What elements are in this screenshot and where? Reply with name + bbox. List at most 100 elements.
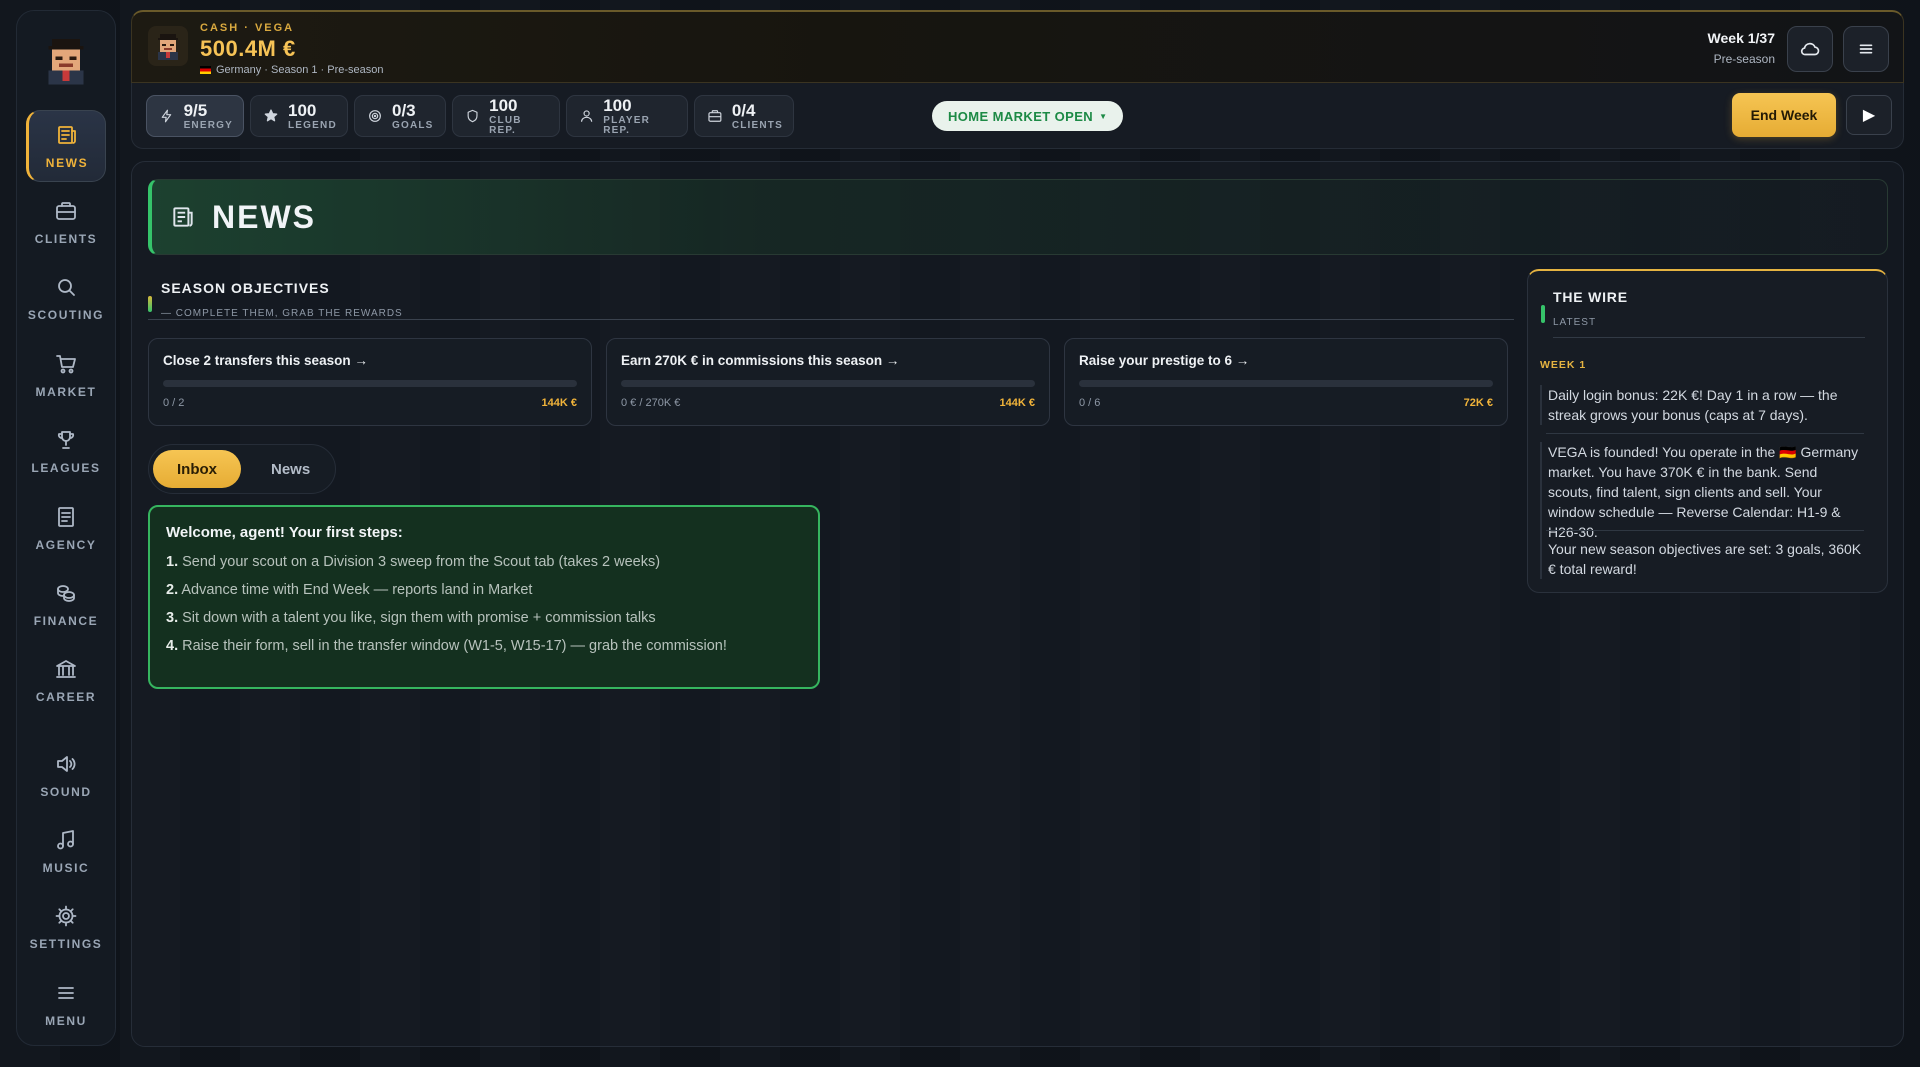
sidebar-item-leagues[interactable]: LEAGUES — [26, 416, 106, 487]
objective-reward: 144K € — [999, 397, 1035, 409]
sidebar-item-agency[interactable]: AGENCY — [26, 492, 106, 563]
wire-news-item: Your new season objectives are set: 3 go… — [1540, 539, 1871, 579]
stat-value: 9/5 — [183, 100, 208, 120]
sidebar-item-market[interactable]: MARKET — [26, 340, 106, 411]
stat-club-rep[interactable]: 100 CLUB REP. — [452, 95, 560, 137]
objective-progress-bar — [621, 380, 1035, 387]
objective-progress: 0 / 6 — [1079, 397, 1101, 409]
sidebar-item-label: MUSIC — [42, 860, 90, 875]
wire-week-label: WEEK 1 — [1540, 359, 1587, 371]
wire-news-item: VEGA is founded! You operate in the 🇩🇪 G… — [1540, 442, 1871, 542]
stat-value: 0/4 — [731, 100, 756, 120]
briefcase-icon — [708, 110, 722, 122]
agent-avatar-logo[interactable] — [31, 25, 101, 94]
stat-value: 100 — [489, 95, 518, 115]
target-icon — [369, 110, 381, 122]
objective-progress-bar — [1079, 380, 1493, 387]
step-number: 1. — [166, 554, 179, 570]
pixel-agent-icon — [158, 34, 178, 60]
cash-value: 500.4M € — [200, 36, 296, 61]
page-header: NEWS — [148, 179, 1888, 255]
main-panel: NEWS SEASON OBJECTIVES — COMPLETE THEM, … — [131, 161, 1904, 1047]
objective-card[interactable]: Earn 270K € in commissions this season →… — [606, 338, 1050, 426]
sidebar-item-sound[interactable]: SOUND — [26, 739, 106, 810]
chevron-down-icon: ▼ — [1099, 111, 1108, 121]
stat-clients[interactable]: 0/4 CLIENTS — [694, 95, 794, 137]
stat-bar: 9/5 ENERGY 100 LEGEND 0/3 GOALS 100 CLUB REP… — [131, 83, 1904, 149]
divider — [1546, 433, 1864, 434]
step-number: 3. — [166, 610, 179, 626]
objective-title: Close 2 transfers this season → — [163, 353, 368, 368]
stat-energy[interactable]: 9/5 ENERGY — [146, 95, 244, 137]
stat-label: ENERGY — [183, 119, 233, 131]
welcome-step: 2. Advance time with End Week — reports … — [166, 581, 802, 599]
menu-button[interactable] — [1843, 26, 1889, 72]
sidebar-item-music[interactable]: MUSIC — [26, 816, 106, 887]
play-button[interactable]: ▶ — [1846, 95, 1892, 135]
sidebar-item-settings[interactable]: SETTINGS — [26, 892, 106, 963]
newspaper-icon — [173, 207, 193, 227]
welcome-step: 1. Send your scout on a Division 3 sweep… — [166, 553, 802, 571]
section-accent-bar — [148, 296, 152, 312]
the-wire-panel: THE WIRE LATEST WEEK 1 Daily login bonus… — [1527, 269, 1888, 593]
sidebar-item-clients[interactable]: CLIENTS — [26, 187, 106, 258]
sidebar-item-label: LEAGUES — [31, 461, 101, 476]
sidebar-item-label: SOUND — [40, 784, 92, 799]
cash-label: CASH · VEGA — [200, 22, 295, 34]
objectives-header: SEASON OBJECTIVES — COMPLETE THEM, GRAB … — [148, 274, 1514, 320]
season-info: Germany · Season 1 · Pre-season — [200, 64, 384, 76]
sidebar-item-label: MENU — [45, 1013, 87, 1028]
agent-avatar — [148, 26, 188, 66]
week-phase: Pre-season — [1713, 52, 1775, 66]
sidebar-item-career[interactable]: CAREER — [26, 645, 106, 716]
star-icon — [264, 109, 278, 122]
objective-progress: 0 / 2 — [163, 397, 185, 409]
sidebar-item-finance[interactable]: FINANCE — [26, 569, 106, 640]
market-status-dropdown[interactable]: HOME MARKET OPEN ▼ — [932, 101, 1124, 131]
speaker-icon — [57, 755, 76, 772]
stat-label: CLUB REP. — [489, 114, 522, 136]
sidebar-item-news[interactable]: NEWS — [26, 110, 106, 182]
coins-icon — [57, 585, 75, 602]
tab-news[interactable]: News — [247, 450, 334, 488]
sidebar-item-label: MARKET — [35, 384, 97, 399]
stat-goals[interactable]: 0/3 GOALS — [354, 95, 446, 137]
objective-progress: 0 € / 270K € — [621, 397, 681, 409]
sidebar-item-scouting[interactable]: SCOUTING — [26, 263, 106, 334]
music-note-icon — [57, 830, 74, 850]
hamburger-icon — [58, 986, 74, 999]
search-icon — [58, 279, 75, 297]
section-accent-bar — [1541, 305, 1545, 323]
newspaper-icon — [58, 125, 76, 144]
tab-inbox[interactable]: Inbox — [153, 450, 241, 488]
person-icon — [580, 110, 593, 122]
stat-label: GOALS — [392, 119, 434, 131]
stat-legend[interactable]: 100 LEGEND — [250, 95, 348, 137]
stat-label: LEGEND — [288, 119, 337, 131]
objective-progress-bar — [163, 380, 577, 387]
sidebar-item-label: NEWS — [45, 155, 89, 170]
step-text: Raise their form, sell in the transfer w… — [182, 638, 727, 654]
objective-card[interactable]: Raise your prestige to 6 → 0 / 6 72K € — [1064, 338, 1508, 426]
objective-title: Raise your prestige to 6 → — [1079, 353, 1250, 368]
stat-label: PLAYER REP. — [603, 114, 651, 136]
cart-icon — [56, 354, 76, 374]
sidebar-item-menu[interactable]: MENU — [26, 969, 106, 1040]
stat-player-rep[interactable]: 100 PLAYER REP. — [566, 95, 688, 137]
objective-card[interactable]: Close 2 transfers this season → 0 / 2 14… — [148, 338, 592, 426]
lightning-icon — [161, 109, 172, 123]
pixel-agent-icon — [48, 38, 84, 85]
cloud-save-button[interactable] — [1787, 26, 1833, 72]
sidebar-item-label: FINANCE — [33, 613, 99, 628]
gear-icon — [55, 905, 77, 927]
divider — [1553, 337, 1865, 338]
objectives-subtitle: — COMPLETE THEM, GRAB THE REWARDS — [161, 308, 403, 319]
sidebar-item-label: CLIENTS — [34, 231, 98, 246]
shield-icon — [467, 109, 478, 123]
end-week-button[interactable]: End Week — [1732, 93, 1836, 137]
welcome-step: 4. Raise their form, sell in the transfe… — [166, 637, 802, 655]
objective-reward: 72K € — [1463, 397, 1493, 409]
divider — [1546, 530, 1864, 531]
stat-label: CLIENTS — [731, 119, 783, 131]
inbox-news-tabs: Inbox News — [148, 444, 336, 494]
